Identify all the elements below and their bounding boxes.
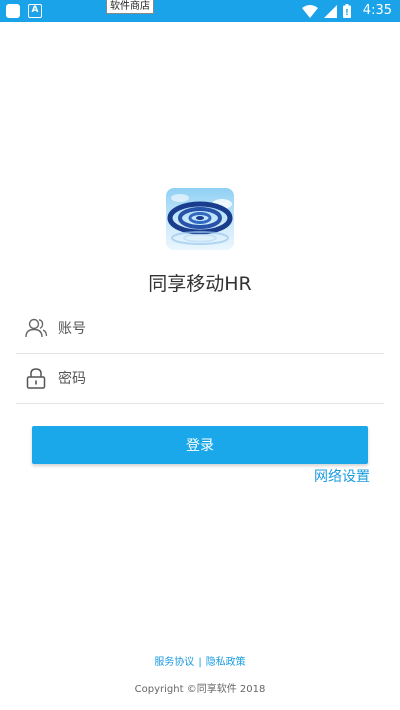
- lock-icon: [26, 368, 46, 389]
- wifi-icon: [301, 4, 318, 18]
- account-field: [16, 304, 384, 354]
- privacy-policy-link[interactable]: 隐私政策: [206, 657, 246, 668]
- footer-separator: |: [198, 657, 202, 668]
- copyright: Copyright ©同享软件 2018: [134, 684, 266, 695]
- network-settings-link[interactable]: 网络设置: [314, 467, 370, 487]
- store-tooltip: 软件商店: [106, 0, 154, 14]
- app-title: 同享移动HR: [148, 273, 252, 295]
- app-logo: [166, 188, 234, 250]
- footer-links: 服务协议 | 隐私政策: [0, 656, 400, 670]
- status-bar: A 软件商店 ! 4:35: [0, 0, 400, 22]
- status-left: A: [6, 4, 42, 18]
- a-badge-icon: A: [28, 4, 42, 18]
- service-agreement-link[interactable]: 服务协议: [154, 657, 194, 668]
- status-time: 4:35: [362, 3, 392, 18]
- password-input[interactable]: [58, 364, 368, 394]
- battery-icon: !: [342, 4, 351, 18]
- user-icon: [25, 318, 48, 338]
- status-right: ! 4:35: [301, 2, 392, 20]
- app-square-icon: [6, 4, 20, 18]
- password-field: [16, 354, 384, 404]
- login-button[interactable]: 登录: [32, 426, 368, 464]
- account-input[interactable]: [58, 314, 368, 344]
- svg-text:!: !: [345, 8, 349, 17]
- signal-icon: [323, 4, 337, 18]
